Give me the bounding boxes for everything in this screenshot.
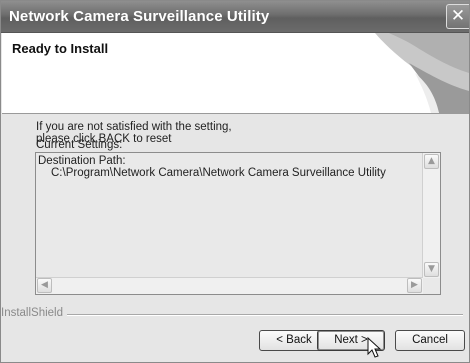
current-settings-box[interactable]: Destination Path: C:\Program\Network Cam… xyxy=(35,152,441,295)
scroll-down-button[interactable]: ▼ xyxy=(424,262,439,277)
left-arrow-icon: ◀ xyxy=(41,280,48,290)
close-button[interactable]: ✕ xyxy=(446,4,469,29)
down-arrow-icon: ▼ xyxy=(428,264,435,274)
cancel-button[interactable]: Cancel xyxy=(395,330,465,351)
scroll-up-button[interactable]: ▲ xyxy=(424,154,439,169)
page-title: Ready to Install xyxy=(12,41,109,56)
horizontal-scrollbar[interactable]: ◀ ▶ xyxy=(36,277,423,294)
right-arrow-icon: ▶ xyxy=(411,280,418,290)
settings-content: Destination Path: C:\Program\Network Cam… xyxy=(38,155,386,179)
up-arrow-icon: ▲ xyxy=(428,156,435,166)
destination-path-value: C:\Program\Network Camera\Network Camera… xyxy=(51,167,386,179)
installer-window: Network Camera Surveillance Utility ✕ Re… xyxy=(0,0,470,363)
scrollbar-corner xyxy=(423,278,440,294)
mouse-cursor-icon xyxy=(367,337,382,358)
footer-divider xyxy=(1,314,463,316)
window-title: Network Camera Surveillance Utility xyxy=(9,8,270,25)
close-icon: ✕ xyxy=(450,6,466,26)
instruction-line-1: If you are not satisfied with the settin… xyxy=(36,121,232,133)
title-bar: Network Camera Surveillance Utility ✕ xyxy=(1,1,469,33)
destination-path-label: Destination Path: xyxy=(38,155,126,167)
vertical-scrollbar[interactable]: ▲ ▼ xyxy=(422,153,440,278)
scroll-left-button[interactable]: ◀ xyxy=(37,278,52,293)
header-panel: Ready to Install xyxy=(2,33,469,114)
installshield-brand: InstallShield xyxy=(1,307,68,319)
current-settings-label: Current Settings: xyxy=(36,139,123,151)
scroll-right-button[interactable]: ▶ xyxy=(407,278,422,293)
installer-logo-graphic xyxy=(369,33,469,113)
